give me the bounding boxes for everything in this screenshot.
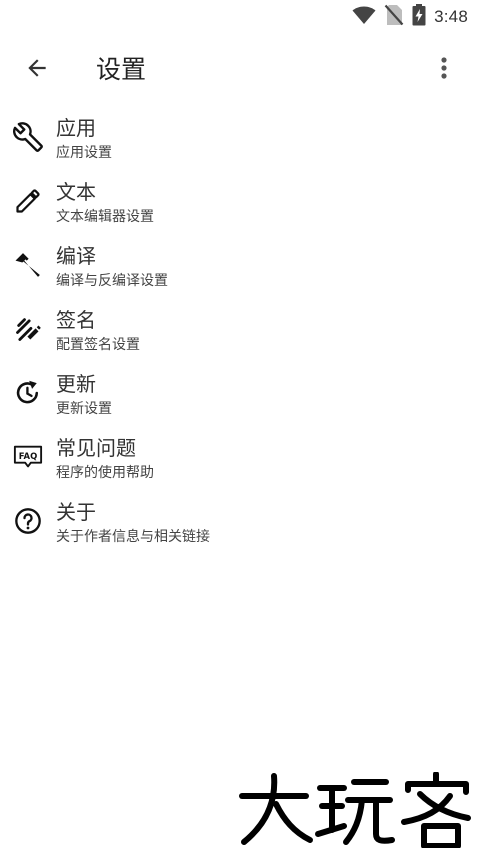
settings-item-app[interactable]: 应用 应用设置: [0, 108, 480, 172]
toolbar: 设置: [0, 40, 480, 100]
settings-item-subtitle: 配置签名设置: [56, 337, 140, 353]
signature-icon: [13, 314, 43, 344]
settings-item-title: 常见问题: [56, 436, 136, 460]
settings-item-title: 更新: [56, 372, 96, 396]
wifi-icon: [352, 5, 376, 29]
settings-item-subtitle: 更新设置: [56, 401, 112, 417]
svg-text:FAQ: FAQ: [19, 451, 37, 461]
arrow-back-icon: [24, 55, 50, 85]
update-icon: [13, 378, 43, 408]
settings-screen: 3:48 设置 应用 应用设置 文本 文本编辑器设置 编译 编译与反编译设置 签…: [0, 0, 480, 853]
settings-item-title: 文本: [56, 180, 96, 204]
more-options-button[interactable]: [422, 50, 466, 90]
settings-list: 应用 应用设置 文本 文本编辑器设置 编译 编译与反编译设置 签名 配置签名设置…: [0, 108, 480, 556]
settings-item-about[interactable]: 关于 关于作者信息与相关链接: [0, 492, 480, 556]
back-button[interactable]: [16, 50, 58, 90]
battery-charging-icon: [412, 4, 426, 30]
status-bar: 3:48: [0, 0, 480, 34]
settings-item-title: 关于: [56, 500, 96, 524]
help-circle-icon: [13, 506, 43, 536]
pencil-icon: [13, 186, 43, 216]
settings-item-title: 应用: [56, 116, 96, 140]
settings-item-text[interactable]: 文本 文本编辑器设置: [0, 172, 480, 236]
settings-item-subtitle: 应用设置: [56, 145, 112, 161]
settings-item-compile[interactable]: 编译 编译与反编译设置: [0, 236, 480, 300]
settings-item-signature[interactable]: 签名 配置签名设置: [0, 300, 480, 364]
status-time: 3:48: [434, 7, 468, 26]
more-vert-icon: [440, 56, 448, 84]
hammer-icon: [13, 250, 43, 280]
status-icons: 3:48: [352, 4, 468, 30]
no-sim-icon: [384, 4, 404, 30]
settings-item-subtitle: 文本编辑器设置: [56, 209, 154, 225]
settings-item-subtitle: 编译与反编译设置: [56, 273, 168, 289]
settings-item-title: 签名: [56, 308, 96, 332]
settings-item-title: 编译: [56, 244, 96, 268]
settings-item-subtitle: 程序的使用帮助: [56, 465, 154, 481]
faq-icon: FAQ: [13, 442, 43, 472]
wrench-icon: [13, 122, 43, 152]
watermark-logo: [236, 771, 476, 849]
settings-item-faq[interactable]: FAQ 常见问题 程序的使用帮助: [0, 428, 480, 492]
settings-item-subtitle: 关于作者信息与相关链接: [56, 529, 210, 545]
page-title: 设置: [96, 55, 147, 84]
settings-item-update[interactable]: 更新 更新设置: [0, 364, 480, 428]
